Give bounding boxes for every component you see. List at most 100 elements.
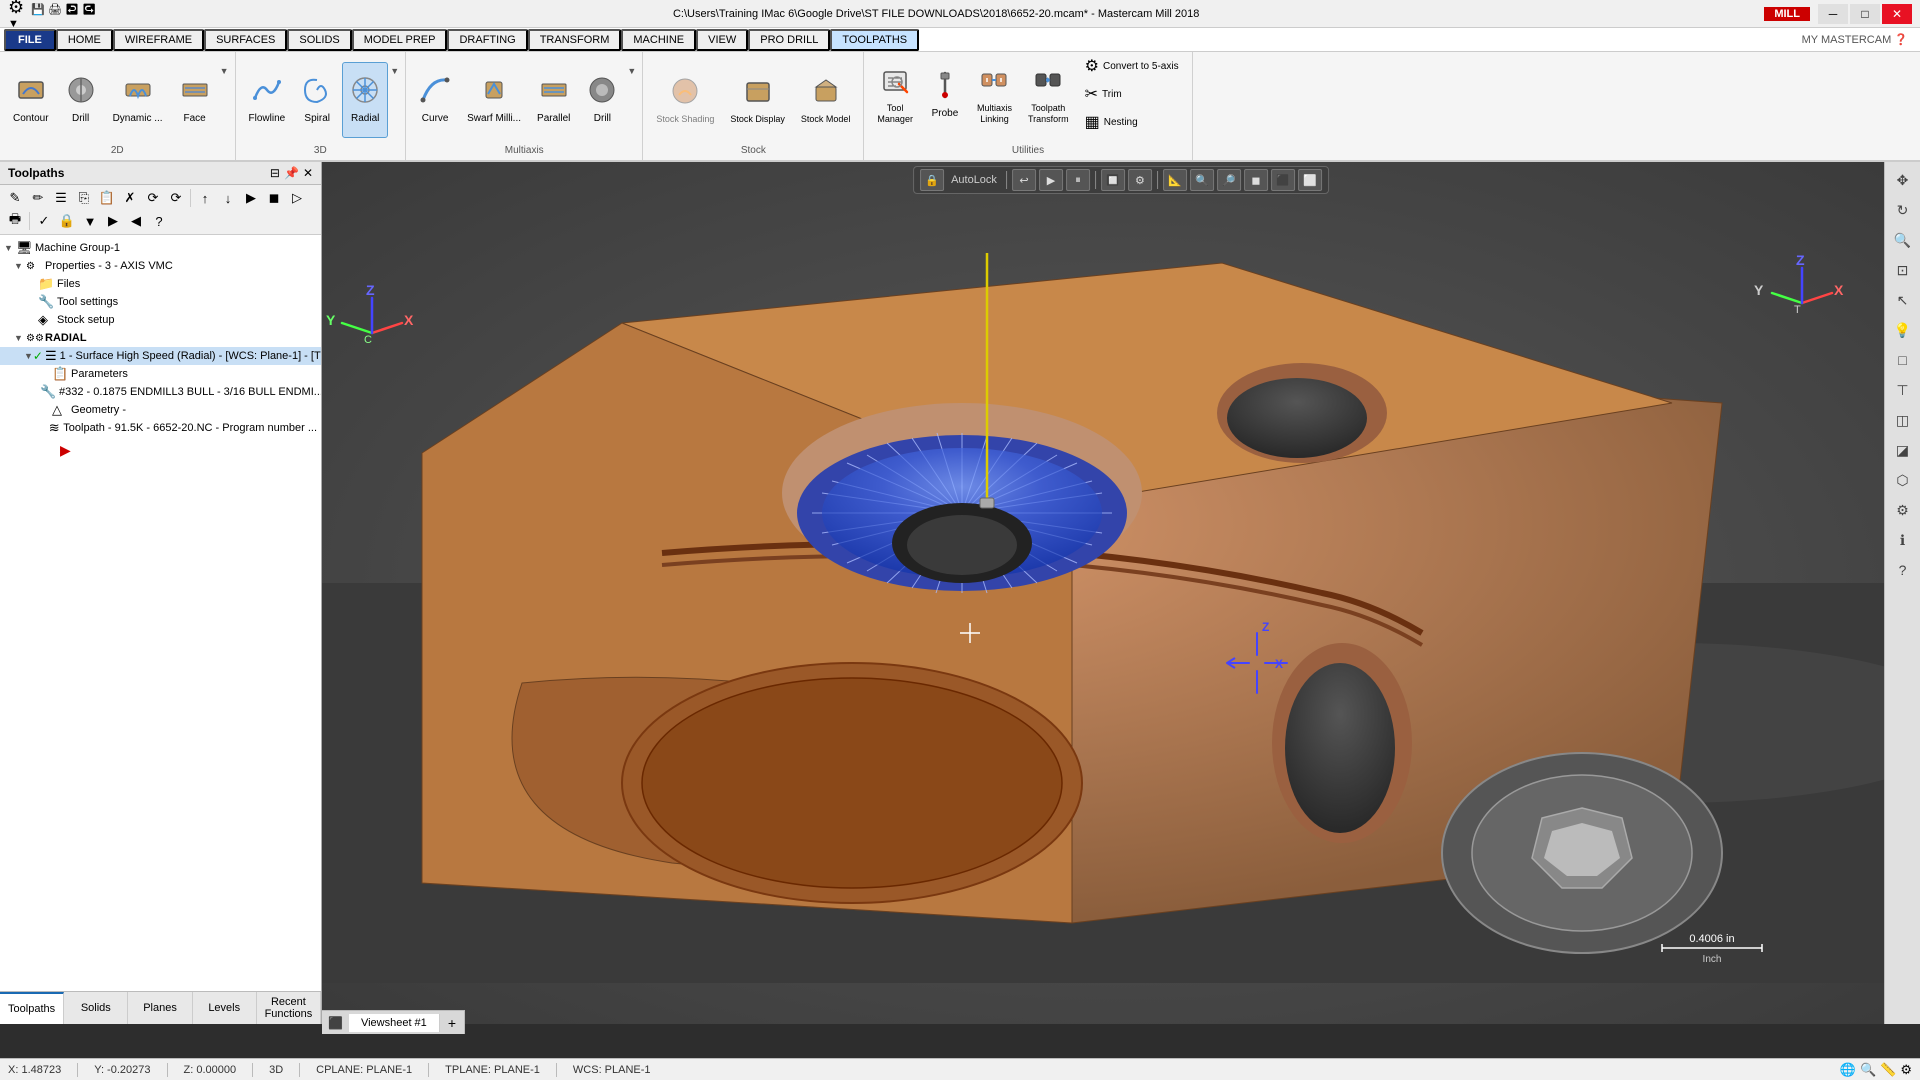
rt-btn-3[interactable]: 🔍: [1889, 226, 1917, 254]
tb-copy[interactable]: ⎘: [73, 187, 95, 209]
tb-check[interactable]: ✓: [33, 210, 55, 232]
tree-params[interactable]: 📋 Parameters: [0, 365, 321, 383]
vp-black[interactable]: ⬛: [1271, 169, 1295, 191]
panel-unpin-btn[interactable]: 📌: [284, 166, 299, 180]
menu-view[interactable]: VIEW: [696, 29, 748, 51]
menu-wireframe[interactable]: WIREFRAME: [113, 29, 204, 51]
vp-play[interactable]: ▶: [1039, 169, 1063, 191]
tb-paste[interactable]: 📋: [96, 187, 118, 209]
mill-badge[interactable]: MILL: [1764, 7, 1810, 21]
vp-settings[interactable]: ⚙: [1128, 169, 1152, 191]
vp-white[interactable]: ⬜: [1298, 169, 1322, 191]
tab-levels[interactable]: Levels: [193, 992, 257, 1024]
tb-backplot[interactable]: ▶: [240, 187, 262, 209]
ribbon-btn-swarf[interactable]: Swarf Milli...: [460, 62, 528, 138]
ribbon-btn-toolpath-transform[interactable]: ToolpathTransform: [1021, 56, 1076, 132]
tb-simulate[interactable]: ▷: [286, 187, 308, 209]
tab-toolpaths[interactable]: Toolpaths: [0, 992, 64, 1024]
rt-btn-12[interactable]: ⚙: [1889, 496, 1917, 524]
menu-file[interactable]: FILE: [4, 29, 56, 51]
rt-btn-6[interactable]: 💡: [1889, 316, 1917, 344]
vp-pause[interactable]: ⏸: [1066, 169, 1090, 191]
tb-delete[interactable]: ✗: [119, 187, 141, 209]
ribbon-btn-face[interactable]: Face: [172, 62, 218, 138]
ribbon-btn-stock-display[interactable]: Stock Display: [723, 62, 792, 138]
rt-btn-7[interactable]: □: [1889, 346, 1917, 374]
tree-play-row[interactable]: ▶: [0, 441, 321, 460]
ribbon-btn-stock-model[interactable]: Stock Model: [794, 62, 858, 138]
tree-geometry[interactable]: △ Geometry -: [0, 401, 321, 419]
menu-machine[interactable]: MACHINE: [621, 29, 696, 51]
panel-close-btn[interactable]: ✕: [303, 166, 313, 180]
status-zoom[interactable]: 🔍: [1860, 1062, 1876, 1078]
tree-toolpath[interactable]: ≋ Toolpath - 91.5K - 6652-20.NC - Progra…: [0, 419, 321, 437]
multiaxis-dropdown[interactable]: ▼: [627, 66, 636, 76]
rt-btn-9[interactable]: ◫: [1889, 406, 1917, 434]
vp-measure[interactable]: 📐: [1163, 169, 1187, 191]
rt-btn-14[interactable]: ?: [1889, 556, 1917, 584]
3d-dropdown[interactable]: ▼: [390, 66, 399, 76]
tb-new-op[interactable]: ✎: [4, 187, 26, 209]
tb-arrow-r[interactable]: ▶: [102, 210, 124, 232]
menu-home[interactable]: HOME: [56, 29, 113, 51]
ribbon-btn-stock-shading[interactable]: Stock Shading: [649, 62, 721, 138]
panel-float-btn[interactable]: ⊟: [270, 166, 280, 180]
status-globe[interactable]: 🌐: [1840, 1062, 1856, 1078]
rt-btn-1[interactable]: ✥: [1889, 166, 1917, 194]
rt-btn-11[interactable]: ⬡: [1889, 466, 1917, 494]
status-scale[interactable]: 📏: [1880, 1062, 1896, 1078]
tb-post[interactable]: 🖶: [4, 210, 26, 232]
menu-solids[interactable]: SOLIDS: [287, 29, 351, 51]
ribbon-btn-tool-manager[interactable]: ToolManager: [870, 56, 920, 132]
vp-back[interactable]: ↩: [1012, 169, 1036, 191]
vp-autolock[interactable]: 🔒: [920, 169, 944, 191]
vp-stop[interactable]: ◼: [1244, 169, 1268, 191]
minimize-button[interactable]: ─: [1818, 4, 1848, 24]
rt-btn-10[interactable]: ◪: [1889, 436, 1917, 464]
rt-btn-8[interactable]: ⊤: [1889, 376, 1917, 404]
vp-zoom-out[interactable]: 🔎: [1217, 169, 1241, 191]
tb-edit[interactable]: ✏: [27, 187, 49, 209]
vp-box[interactable]: 🔲: [1101, 169, 1125, 191]
menu-model-prep[interactable]: MODEL PREP: [352, 29, 448, 51]
tree-files[interactable]: 📁 Files: [0, 275, 321, 293]
tab-planes[interactable]: Planes: [128, 992, 192, 1024]
rt-btn-13[interactable]: ℹ: [1889, 526, 1917, 554]
tb-select-all[interactable]: ☰: [50, 187, 72, 209]
ribbon-btn-trim[interactable]: ✂ Trim: [1078, 81, 1186, 107]
close-button[interactable]: ✕: [1882, 4, 1912, 24]
menu-pro-drill[interactable]: PRO DRILL: [748, 29, 830, 51]
tab-solids[interactable]: Solids: [64, 992, 128, 1024]
rt-btn-5[interactable]: ↖: [1889, 286, 1917, 314]
tree-machine-group[interactable]: ▼ 🖥 Machine Group-1: [0, 239, 321, 257]
rt-btn-2[interactable]: ↻: [1889, 196, 1917, 224]
ribbon-btn-probe[interactable]: Probe: [922, 56, 968, 132]
tree-tool[interactable]: 🔧 #332 - 0.1875 ENDMILL3 BULL - 3/16 BUL…: [0, 383, 321, 401]
tb-verify[interactable]: ◼: [263, 187, 285, 209]
vp-zoom-in[interactable]: 🔍: [1190, 169, 1214, 191]
ribbon-btn-dynamic-mill[interactable]: Dynamic ...: [106, 62, 170, 138]
tb-up[interactable]: ↑: [194, 187, 216, 209]
maximize-button[interactable]: □: [1850, 4, 1880, 24]
ribbon-btn-curve[interactable]: Curve: [412, 62, 458, 138]
tree-properties[interactable]: ▼ ⚙ Properties - 3 - AXIS VMC: [0, 257, 321, 275]
tab-recent-functions[interactable]: Recent Functions: [257, 992, 321, 1024]
ribbon-btn-spiral[interactable]: Spiral: [294, 62, 340, 138]
tree-op1[interactable]: ▼ ✓ ☰ 1 - Surface High Speed (Radial) - …: [0, 347, 321, 365]
my-mastercam[interactable]: MY MASTERCAM ❓: [1794, 33, 1916, 46]
viewsheet-tab-1[interactable]: Viewsheet #1: [349, 1014, 440, 1032]
status-settings[interactable]: ⚙: [1900, 1062, 1912, 1078]
viewsheet-add[interactable]: +: [440, 1012, 464, 1034]
tree-stock-setup[interactable]: ◈ Stock setup: [0, 311, 321, 329]
app-icon[interactable]: ⚙: [8, 0, 24, 17]
menu-transform[interactable]: TRANSFORM: [528, 29, 622, 51]
tb-arrow-l[interactable]: ◀: [125, 210, 147, 232]
2d-dropdown[interactable]: ▼: [220, 66, 229, 76]
tree-radial-group[interactable]: ▼ ⚙⚙ RADIAL: [0, 329, 321, 347]
menu-drafting[interactable]: DRAFTING: [447, 29, 527, 51]
tb-regen2[interactable]: ⟳: [165, 187, 187, 209]
ribbon-btn-drill[interactable]: Drill: [58, 62, 104, 138]
ribbon-btn-contour[interactable]: Contour: [6, 62, 56, 138]
ribbon-btn-multiaxis-linking[interactable]: MultiaxisLinking: [970, 56, 1019, 132]
tb-regen1[interactable]: ⟳: [142, 187, 164, 209]
